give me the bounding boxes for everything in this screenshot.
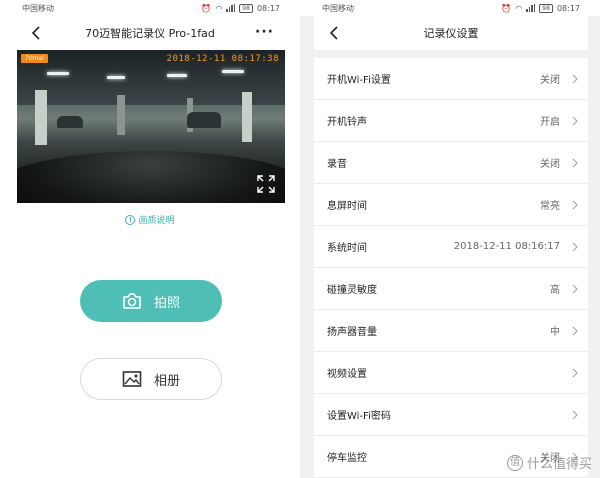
settings-row-value: 2018-12-11 08:16:17 [453,241,560,252]
more-dots-icon[interactable]: ··· [255,25,274,39]
parked-car [57,116,83,128]
clock: 08:17 [556,3,580,13]
quality-info-link[interactable]: ! 画质说明 [0,213,300,226]
settings-list: 开机Wi-Fi设置 关闭 开机铃声 开启 录音 关闭 息屏时间 常亮 系统时间 2018-12-1… [314,58,588,478]
settings-row[interactable]: 碰撞灵敏度 高 [314,268,588,310]
settings-row-value: 开启 [540,117,560,128]
settings-row-value: 高 [550,285,560,296]
settings-row[interactable]: 开机铃声 开启 [314,100,588,142]
battery-icon: 98 [539,3,553,13]
signal-icon [226,4,236,12]
alarm-icon: ⏰ [201,3,212,13]
header: 70迈智能记录仪 Pro-1fad ··· [0,16,300,50]
photo-button-label: 拍照 [153,295,180,311]
battery-icon: 98 [239,3,253,13]
back-arrow-icon[interactable] [324,23,344,43]
chevron-right-icon [572,410,578,419]
ceiling-light [222,70,244,73]
wifi-icon: ◠ [215,3,223,13]
wifi-icon: ◠ [515,3,523,13]
settings-row-value: 常亮 [540,201,560,212]
recorder-settings-screen: 中国移动 ⏰ ◠ 98 08:17 记录仪设置 开机Wi-Fi设置 关闭 开机铃声开… [300,0,600,478]
settings-row[interactable]: 开机Wi-Fi设置 关闭 [314,58,588,100]
ceiling-light [47,72,69,75]
settings-row-label: 开机Wi-Fi设置 [327,75,391,86]
ceiling-light [107,76,125,79]
settings-row-label: 录音 [327,159,347,170]
carrier-label: 中国移动 [22,3,54,13]
settings-row-label: 设置Wi-Fi密码 [327,411,391,422]
header: 记录仪设置 [314,16,588,50]
watermark-text: 什么值得买 [526,457,592,472]
chevron-right-icon [572,74,578,83]
car-hood [17,151,285,203]
settings-row-label: 系统时间 [327,243,367,254]
live-video-preview[interactable]: 70mai 2018-12-11 08:17:38 [17,50,285,203]
chevron-right-icon [572,284,578,293]
image-icon [122,371,142,387]
watermark: 值 什么值得买 [506,453,592,472]
video-timestamp: 2018-12-11 08:17:38 [166,54,279,64]
settings-row[interactable]: 系统时间 2018-12-11 08:16:17 [314,226,588,268]
settings-row-label: 息屏时间 [327,201,367,212]
chevron-right-icon [572,326,578,335]
take-photo-button[interactable]: 拍照 [80,280,222,322]
settings-row[interactable]: 录音 关闭 [314,142,588,184]
settings-row-label: 开机铃声 [327,117,367,128]
chevron-right-icon [572,368,578,377]
quality-link-label: 画质说明 [138,216,175,226]
settings-row-label: 扬声器音量 [327,327,377,338]
garage-pillar [35,90,47,145]
fullscreen-icon[interactable] [257,175,275,193]
garage-pillar [117,95,125,135]
settings-row-label: 视频设置 [327,369,367,380]
settings-row[interactable]: 设置Wi-Fi密码 [314,394,588,436]
chevron-right-icon [572,242,578,251]
alarm-icon: ⏰ [501,3,512,13]
settings-row-label: 碰撞灵敏度 [327,285,377,296]
clock: 08:17 [256,3,280,13]
album-button[interactable]: 相册 [80,358,222,400]
signal-icon [526,4,536,12]
page-title: 记录仪设置 [423,27,479,40]
settings-row-value: 关闭 [540,159,560,170]
watermark-logo-icon: 值 [506,454,523,471]
carrier-label: 中国移动 [322,3,354,13]
status-bar: 中国移动 ⏰ ◠ 98 08:17 [300,0,600,16]
chevron-right-icon [572,200,578,209]
settings-row-value: 关闭 [540,75,560,86]
settings-row[interactable]: 扬声器音量 中 [314,310,588,352]
parked-car [187,112,221,128]
camera-icon [123,293,141,309]
garage-pillar [242,92,252,142]
status-bar: 中国移动 ⏰ ◠ 98 08:17 [0,0,300,16]
info-icon: ! [125,214,136,225]
chevron-right-icon [572,116,578,125]
chevron-right-icon [572,158,578,167]
brand-badge: 70mai [21,54,48,63]
album-button-label: 相册 [153,373,180,389]
ceiling-light [167,74,187,77]
camera-live-screen: 中国移动 ⏰ ◠ 98 08:17 70迈智能记录仪 Pro-1fad ··· … [0,0,300,478]
settings-row[interactable]: 息屏时间 常亮 [314,184,588,226]
back-arrow-icon[interactable] [26,23,46,43]
settings-row-value: 中 [550,327,560,338]
settings-row[interactable]: 视频设置 [314,352,588,394]
